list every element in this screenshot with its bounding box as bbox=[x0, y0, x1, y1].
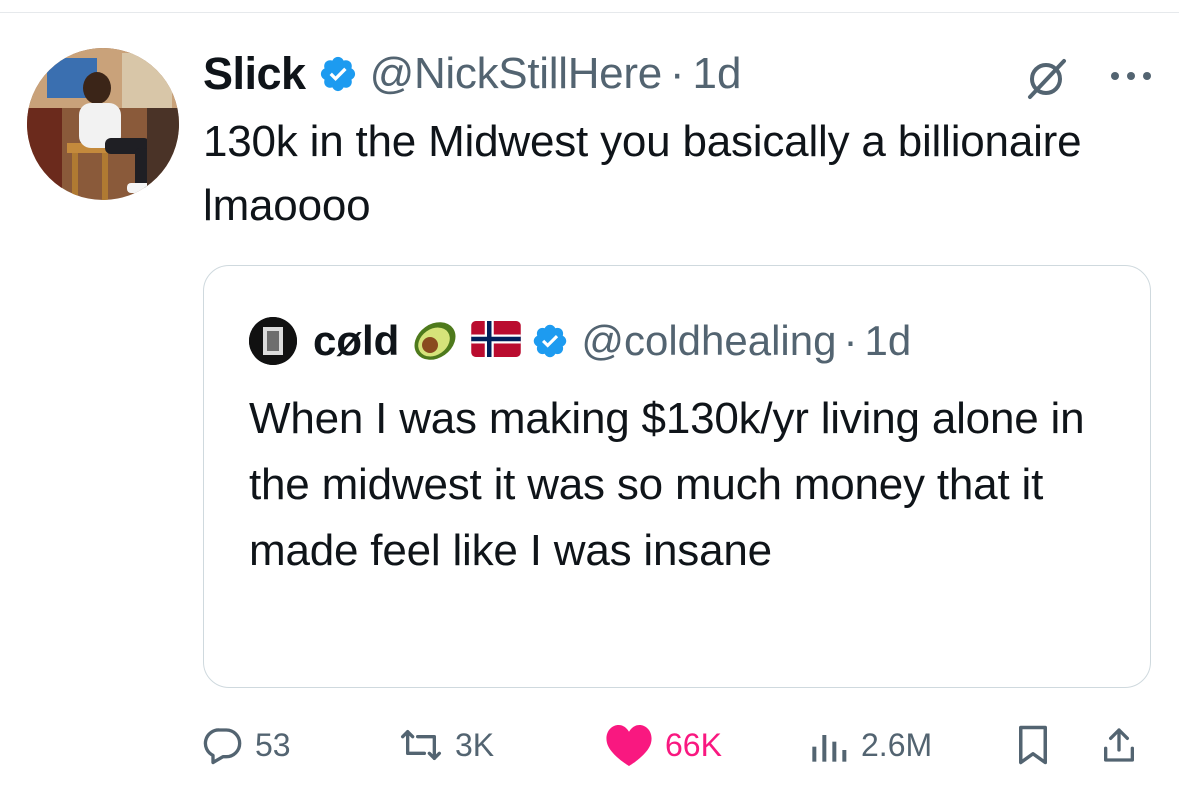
like-icon bbox=[605, 723, 653, 767]
norway-flag-emoji bbox=[471, 320, 522, 362]
top-divider bbox=[0, 12, 1179, 13]
tweet-time[interactable]: 1d bbox=[693, 49, 742, 99]
views-button[interactable]: 2.6M bbox=[809, 715, 932, 775]
views-icon bbox=[809, 725, 849, 765]
verified-badge-icon bbox=[318, 54, 358, 94]
quoted-author-handle: @coldhealing bbox=[581, 317, 837, 364]
author-avatar[interactable] bbox=[27, 48, 179, 200]
tweet-text: 130k in the Midwest you basically a bill… bbox=[203, 117, 1082, 230]
quoted-tweet-card[interactable]: cøld @coldhealing · 1d When I was making… bbox=[203, 265, 1151, 688]
verified-badge-icon bbox=[531, 322, 569, 360]
reply-count: 53 bbox=[255, 726, 291, 763]
share-icon bbox=[1099, 724, 1139, 766]
repost-button[interactable]: 3K bbox=[399, 715, 494, 775]
author-name[interactable]: Slick bbox=[203, 48, 306, 100]
quoted-author-name: cøld bbox=[313, 317, 400, 364]
quoted-tweet-time: 1d bbox=[864, 317, 912, 364]
repost-icon bbox=[399, 725, 443, 765]
separator-dot: · bbox=[669, 49, 685, 98]
like-button[interactable]: 66K bbox=[605, 715, 722, 775]
quoted-tweet-header: cøld @coldhealing · 1d bbox=[249, 316, 911, 366]
bookmark-icon bbox=[1015, 724, 1051, 766]
repost-count: 3K bbox=[455, 726, 495, 763]
separator-dot: · bbox=[843, 317, 858, 364]
quoted-author-avatar bbox=[249, 317, 297, 365]
reply-icon bbox=[203, 725, 243, 765]
action-bar: 53 3K 66K 2.6M bbox=[203, 715, 1153, 775]
more-icon[interactable] bbox=[1106, 58, 1156, 94]
avocado-emoji bbox=[409, 316, 461, 367]
reply-button[interactable]: 53 bbox=[203, 715, 291, 775]
grok-icon[interactable] bbox=[1022, 55, 1070, 103]
views-count: 2.6M bbox=[861, 726, 933, 763]
quoted-tweet-text: When I was making $130k/yr living alone … bbox=[249, 394, 1085, 575]
author-handle[interactable]: @NickStillHere bbox=[370, 49, 663, 99]
tweet-header: Slick @NickStillHere · 1d bbox=[203, 44, 741, 104]
share-button[interactable] bbox=[1099, 715, 1139, 775]
like-count: 66K bbox=[665, 726, 722, 763]
bookmark-button[interactable] bbox=[1015, 715, 1051, 775]
